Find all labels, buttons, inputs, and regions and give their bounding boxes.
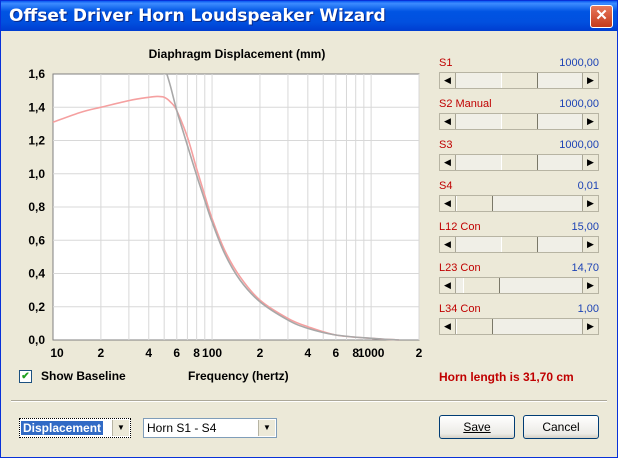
slider-thumb[interactable] xyxy=(500,114,538,129)
slider-scrollbar[interactable]: ◀ ▶ xyxy=(439,72,599,89)
x-tick-label: 4 xyxy=(145,346,152,360)
plot-type-select[interactable]: Displacement ▼ xyxy=(19,418,131,438)
slider-scrollbar[interactable]: ◀ ▶ xyxy=(439,154,599,171)
slider-value: 1000,00 xyxy=(559,98,599,110)
x-axis-label: Frequency (hertz) xyxy=(188,369,289,383)
x-tick-label: 10 xyxy=(50,346,64,360)
plot-type-value: Displacement xyxy=(21,421,104,435)
slider-value: 1,00 xyxy=(577,303,599,315)
scroll-left-icon[interactable]: ◀ xyxy=(440,319,456,334)
scroll-left-icon[interactable]: ◀ xyxy=(440,237,456,252)
y-tick-label: 0,4 xyxy=(28,267,45,281)
scroll-right-icon[interactable]: ▶ xyxy=(582,114,598,129)
x-tick-label: 8 xyxy=(193,346,200,360)
horn-select-value: Horn S1 - S4 xyxy=(147,421,217,435)
scroll-right-icon[interactable]: ▶ xyxy=(582,155,598,170)
scroll-left-icon[interactable]: ◀ xyxy=(440,278,456,293)
y-tick-label: 0,0 xyxy=(28,333,45,347)
chart-title: Diaphragm Displacement (mm) xyxy=(149,47,326,61)
y-tick-label: 1,2 xyxy=(28,134,45,148)
slider-value: 14,70 xyxy=(571,262,599,274)
slider-thumb[interactable] xyxy=(500,73,538,88)
scroll-right-icon[interactable]: ▶ xyxy=(582,73,598,88)
scroll-left-icon[interactable]: ◀ xyxy=(440,114,456,129)
slider-label: S2 Manual xyxy=(439,98,492,110)
y-tick-label: 0,8 xyxy=(28,200,45,214)
slider-scrollbar[interactable]: ◀ ▶ xyxy=(439,236,599,253)
close-button[interactable]: ✕ xyxy=(590,5,613,28)
divider xyxy=(11,400,607,402)
horn-select[interactable]: Horn S1 - S4 ▼ xyxy=(143,418,277,438)
x-tick-label: 2 xyxy=(257,346,264,360)
wizard-window: Offset Driver Horn Loudspeaker Wizard ✕ … xyxy=(0,0,618,458)
x-tick-label: 4 xyxy=(304,346,311,360)
window-title: Offset Driver Horn Loudspeaker Wizard xyxy=(9,6,386,26)
scroll-right-icon[interactable]: ▶ xyxy=(582,278,598,293)
slider-scrollbar[interactable]: ◀ ▶ xyxy=(439,195,599,212)
slider-label: S3 xyxy=(439,139,453,151)
slider-value: 1000,00 xyxy=(559,139,599,151)
save-button[interactable]: Save xyxy=(439,415,515,439)
slider-label: L34 Con xyxy=(439,303,481,315)
y-tick-label: 0,6 xyxy=(28,233,45,247)
y-tick-label: 1,6 xyxy=(28,67,45,81)
x-tick-label: 2 xyxy=(416,346,423,360)
show-baseline-checkbox[interactable]: ✔ xyxy=(19,370,32,383)
slider-scrollbar[interactable]: ◀ ▶ xyxy=(439,277,599,294)
slider-value: 15,00 xyxy=(571,221,599,233)
scroll-right-icon[interactable]: ▶ xyxy=(582,237,598,252)
scroll-left-icon[interactable]: ◀ xyxy=(440,196,456,211)
slider-value: 0,01 xyxy=(577,180,599,192)
slider-thumb[interactable] xyxy=(456,319,493,334)
scroll-right-icon[interactable]: ▶ xyxy=(582,319,598,334)
chevron-down-icon[interactable]: ▼ xyxy=(258,420,275,436)
chevron-down-icon[interactable]: ▼ xyxy=(112,420,129,436)
slider-scrollbar[interactable]: ◀ ▶ xyxy=(439,318,599,335)
scroll-left-icon[interactable]: ◀ xyxy=(440,73,456,88)
slider-scrollbar[interactable]: ◀ ▶ xyxy=(439,113,599,130)
slider-thumb[interactable] xyxy=(500,155,538,170)
y-tick-label: 1,4 xyxy=(28,100,45,114)
show-baseline-label[interactable]: Show Baseline xyxy=(41,369,126,383)
slider-value: 1000,00 xyxy=(559,57,599,69)
x-tick-label: 6 xyxy=(332,346,339,360)
slider-thumb[interactable] xyxy=(463,278,501,293)
y-tick-label: 0,2 xyxy=(28,300,45,314)
x-tick-label: 1000 xyxy=(358,346,385,360)
slider-thumb[interactable] xyxy=(456,196,493,211)
y-tick-label: 1,0 xyxy=(28,167,45,181)
slider-label: L23 Con xyxy=(439,262,481,274)
displacement-chart: 0,00,20,40,60,81,01,21,41,6 10 2 4 6 8 100 2 4 6… xyxy=(28,47,423,360)
cancel-button[interactable]: Cancel xyxy=(523,415,599,439)
x-tick-label: 2 xyxy=(98,346,105,360)
horn-length-text: Horn length is 31,70 cm xyxy=(439,370,574,384)
scroll-left-icon[interactable]: ◀ xyxy=(440,155,456,170)
scroll-right-icon[interactable]: ▶ xyxy=(582,196,598,211)
x-tick-label: 6 xyxy=(173,346,180,360)
slider-label: S4 xyxy=(439,180,453,192)
title-bar[interactable]: Offset Driver Horn Loudspeaker Wizard ✕ xyxy=(1,1,617,31)
x-tick-label: 100 xyxy=(202,346,222,360)
slider-label: S1 xyxy=(439,57,453,69)
slider-label: L12 Con xyxy=(439,221,481,233)
slider-thumb[interactable] xyxy=(500,237,538,252)
